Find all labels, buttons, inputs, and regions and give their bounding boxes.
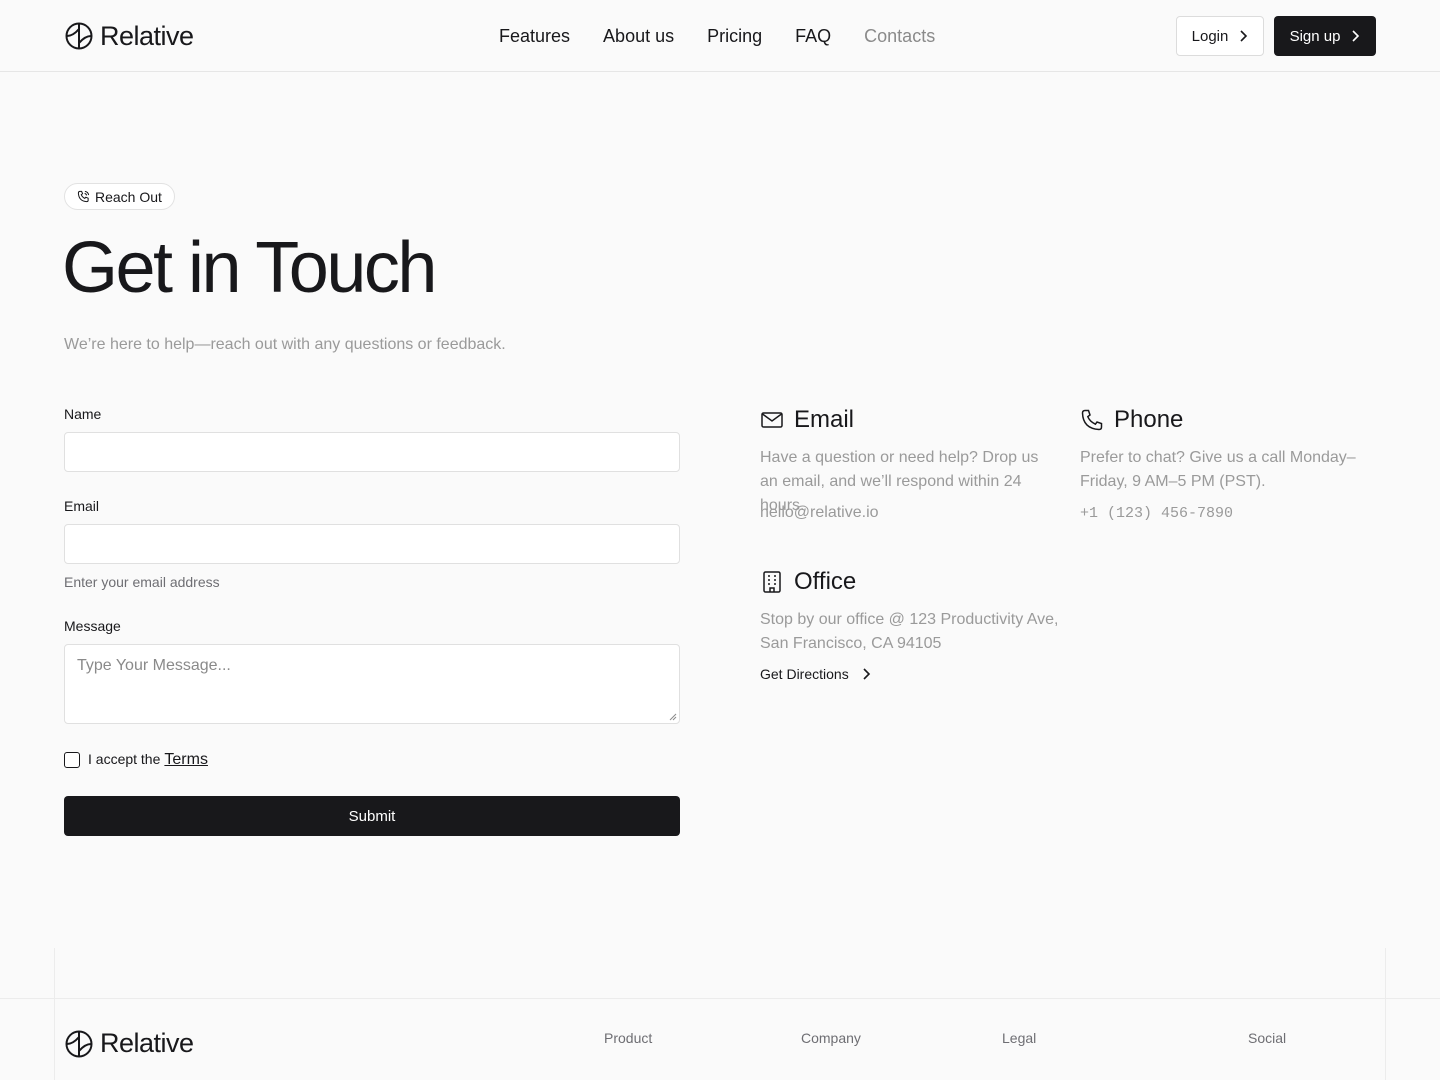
nav-item-faq[interactable]: FAQ <box>795 24 831 48</box>
reach-out-badge: Reach Out <box>64 183 175 210</box>
office-card-title: Office <box>760 568 856 596</box>
site-header: Relative Features About us Pricing FAQ C… <box>0 0 1440 72</box>
logo-icon <box>65 22 93 50</box>
footer-logo-text: Relative <box>100 1028 194 1058</box>
chevron-right-icon <box>1240 30 1248 42</box>
email-address-link[interactable]: hello@relative.io <box>760 504 879 522</box>
terms-text: I accept the Terms <box>88 751 208 769</box>
building-icon <box>763 571 781 593</box>
resize-handle-icon[interactable] <box>669 713 677 721</box>
login-button[interactable]: Login <box>1176 16 1264 56</box>
email-hint: Enter your email address <box>64 574 220 590</box>
footer-divider <box>0 998 1440 999</box>
logo-text: Relative <box>100 20 194 51</box>
name-field[interactable] <box>64 432 680 472</box>
terms-link[interactable]: Terms <box>164 751 208 769</box>
signup-button[interactable]: Sign up <box>1274 16 1376 56</box>
phone-icon <box>1081 409 1103 431</box>
phone-number-link[interactable]: +1 (123) 456-7890 <box>1080 505 1233 522</box>
footer-column-legal: Legal <box>1002 1030 1037 1046</box>
terms-checkbox[interactable] <box>64 752 80 768</box>
phone-call-icon <box>77 190 90 203</box>
email-title: Email <box>794 406 855 433</box>
email-card-title: Email <box>760 406 854 434</box>
phone-card-title: Phone <box>1080 406 1183 434</box>
logo-icon <box>65 1030 93 1057</box>
get-directions-link[interactable]: Get Directions <box>760 666 871 682</box>
nav-item-features[interactable]: Features <box>499 24 570 48</box>
name-label: Name <box>64 406 102 422</box>
mail-icon <box>761 412 783 428</box>
page-subtitle: We’re here to help—reach out with any qu… <box>64 336 506 353</box>
signup-label: Sign up <box>1289 27 1341 45</box>
badge-label: Reach Out <box>95 188 162 205</box>
logo[interactable]: Relative <box>64 20 194 52</box>
page-title: Get in Touch <box>62 228 437 308</box>
main-nav: Features About us Pricing FAQ Contacts <box>499 24 935 48</box>
footer-logo[interactable]: Relative <box>64 1028 194 1059</box>
footer-border-right <box>1385 948 1386 1080</box>
footer-column-product: Product <box>604 1030 653 1046</box>
footer-border-left <box>54 948 55 1080</box>
chevron-right-icon <box>863 668 870 680</box>
email-label: Email <box>64 498 100 514</box>
office-title: Office <box>794 568 857 595</box>
nav-item-contacts[interactable]: Contacts <box>864 24 935 48</box>
email-field[interactable] <box>64 524 680 564</box>
message-placeholder: Type Your Message... <box>77 657 231 674</box>
footer-column-social: Social <box>1248 1030 1287 1046</box>
terms-prefix: I accept the <box>88 751 161 767</box>
get-directions-label: Get Directions <box>760 666 849 682</box>
nav-item-pricing[interactable]: Pricing <box>707 24 762 48</box>
message-label: Message <box>64 618 121 634</box>
phone-description: Prefer to chat? Give us a call Monday–Fr… <box>1080 449 1356 490</box>
submit-button[interactable]: Submit <box>64 796 680 836</box>
message-field[interactable]: Type Your Message... <box>64 644 680 724</box>
login-label: Login <box>1191 27 1229 45</box>
chevron-right-icon <box>1352 30 1360 42</box>
phone-title: Phone <box>1114 406 1184 433</box>
office-description: Stop by our office @ 123 Productivity Av… <box>760 611 1059 652</box>
footer-column-company: Company <box>801 1030 861 1046</box>
nav-item-about-us[interactable]: About us <box>603 24 674 48</box>
